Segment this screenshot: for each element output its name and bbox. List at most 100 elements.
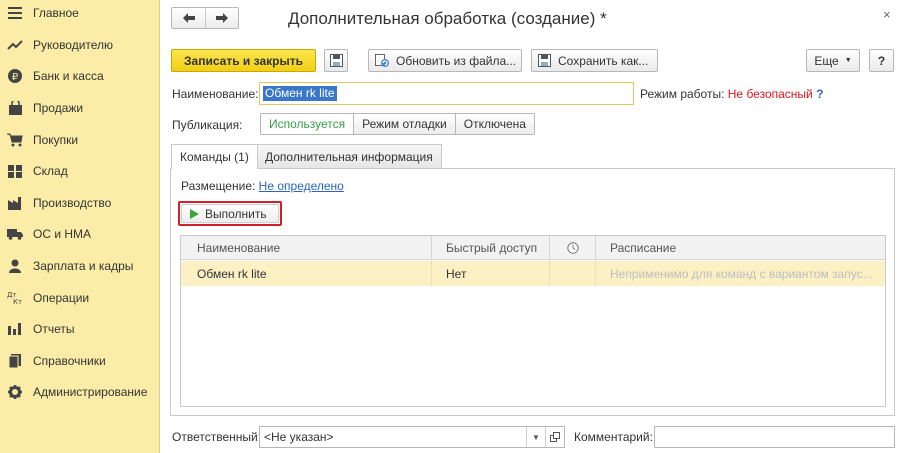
run-button[interactable]: Выполнить bbox=[181, 204, 279, 223]
tab-commands[interactable]: Команды (1) bbox=[171, 144, 258, 169]
sidebar-item-label: Производство bbox=[33, 196, 112, 210]
sidebar-item-label: Покупки bbox=[33, 133, 79, 147]
cell-clock bbox=[550, 261, 596, 286]
sidebar-item-label: Главное bbox=[33, 6, 79, 20]
shopping-cart-icon bbox=[7, 132, 23, 148]
save-and-close-button[interactable]: Записать и закрыть bbox=[171, 49, 316, 72]
trend-line-icon bbox=[7, 37, 23, 53]
sidebar-item-salary[interactable]: Зарплата и кадры bbox=[0, 251, 159, 281]
work-mode-label: Режим работы: bbox=[640, 87, 725, 101]
play-icon bbox=[190, 208, 199, 219]
sidebar-item-fixed-assets[interactable]: ОС и НМА bbox=[0, 219, 159, 249]
sidebar-item-purchases[interactable]: Покупки bbox=[0, 125, 159, 155]
column-schedule-header[interactable]: Расписание bbox=[596, 236, 885, 260]
more-button[interactable]: Еще ▼ bbox=[806, 49, 860, 72]
tab-additional-info[interactable]: Дополнительная информация bbox=[256, 144, 442, 168]
close-icon[interactable]: × bbox=[883, 7, 891, 22]
placement-link[interactable]: Не определено bbox=[259, 179, 344, 193]
sections-sidebar: Главное Руководителю ₽ Банк и касса Прод… bbox=[0, 0, 160, 453]
publication-label: Публикация: bbox=[172, 118, 243, 132]
publication-option-debug[interactable]: Режим отладки bbox=[353, 114, 455, 134]
book-icon bbox=[7, 353, 23, 369]
truck-icon bbox=[7, 226, 23, 242]
work-mode-help-link[interactable]: ? bbox=[816, 87, 823, 101]
save-and-close-label: Записать и закрыть bbox=[184, 53, 303, 68]
dropdown-arrow-icon: ▼ bbox=[844, 57, 852, 64]
clock-icon bbox=[566, 242, 579, 254]
bar-chart-icon bbox=[7, 321, 23, 337]
cell-name: Обмен rk lite bbox=[181, 261, 432, 286]
comment-input[interactable] bbox=[654, 426, 895, 448]
placement-label: Размещение: bbox=[181, 179, 256, 193]
arrow-right-icon bbox=[216, 13, 228, 23]
page-title: Дополнительная обработка (создание) * bbox=[288, 9, 607, 28]
sidebar-item-label: ОС и НМА bbox=[33, 227, 92, 241]
sidebar-item-label: Справочники bbox=[33, 354, 106, 368]
publication-option-used[interactable]: Используется bbox=[261, 114, 354, 134]
sidebar-item-main[interactable]: Главное bbox=[0, 0, 159, 28]
sidebar-item-manager[interactable]: Руководителю bbox=[0, 30, 159, 60]
placement-row: Размещение: Не определено bbox=[181, 179, 344, 193]
arrow-left-icon bbox=[182, 13, 195, 23]
table-header: Наименование Быстрый доступ Расписание bbox=[181, 236, 885, 260]
save-as-button[interactable]: Сохранить как... bbox=[531, 49, 658, 72]
sidebar-item-operations[interactable]: Дт Кт Операции bbox=[0, 283, 159, 313]
open-link-icon bbox=[550, 432, 560, 442]
back-button[interactable] bbox=[172, 8, 205, 28]
shopping-bag-icon bbox=[7, 100, 23, 116]
sidebar-item-catalogs[interactable]: Справочники bbox=[0, 346, 159, 376]
cell-quick-access: Нет bbox=[432, 261, 550, 286]
work-mode-value: Не безопасный bbox=[727, 87, 813, 101]
sidebar-item-label: Отчеты bbox=[33, 322, 75, 336]
help-button[interactable]: ? bbox=[869, 49, 894, 72]
name-label: Наименование: bbox=[172, 87, 259, 101]
name-input[interactable]: Обмен rk lite bbox=[259, 82, 634, 105]
publication-switch: Используется Режим отладки Отключена bbox=[260, 113, 535, 135]
save-as-label: Сохранить как... bbox=[558, 53, 649, 68]
sidebar-item-reports[interactable]: Отчеты bbox=[0, 314, 159, 344]
table-row[interactable]: Обмен rk lite Нет Неприменимо для команд… bbox=[181, 261, 885, 286]
run-label: Выполнить bbox=[205, 206, 267, 221]
publication-option-disabled[interactable]: Отключена bbox=[454, 114, 534, 134]
sidebar-item-production[interactable]: Производство bbox=[0, 188, 159, 218]
sidebar-item-sales[interactable]: Продажи bbox=[0, 93, 159, 123]
update-from-file-button[interactable]: Обновить из файла... bbox=[368, 49, 522, 72]
update-from-file-label: Обновить из файла... bbox=[396, 53, 517, 68]
dt-kt-icon: Дт Кт bbox=[7, 290, 23, 306]
person-icon bbox=[7, 258, 23, 274]
sidebar-item-label: Зарплата и кадры bbox=[33, 259, 134, 273]
sidebar-item-warehouse[interactable]: Склад bbox=[0, 156, 159, 186]
commands-table: Наименование Быстрый доступ Расписание О… bbox=[180, 235, 886, 407]
column-quick-access-header[interactable]: Быстрый доступ bbox=[432, 236, 550, 260]
name-value: Обмен rk lite bbox=[263, 86, 337, 101]
work-mode-row: Режим работы: Не безопасный ? bbox=[640, 87, 823, 101]
menu-lines-icon bbox=[7, 5, 23, 21]
sidebar-item-label: Администрирование bbox=[33, 385, 148, 399]
column-name-header[interactable]: Наименование bbox=[181, 236, 432, 260]
sidebar-item-label: Операции bbox=[33, 291, 90, 305]
responsible-dropdown-button[interactable]: ▼ bbox=[526, 427, 545, 447]
cell-schedule: Неприменимо для команд с вариантом запус… bbox=[610, 266, 873, 281]
gear-icon bbox=[7, 384, 23, 400]
svg-text:₽: ₽ bbox=[12, 72, 19, 83]
dropdown-arrow-icon: ▼ bbox=[532, 432, 540, 442]
save-button[interactable] bbox=[324, 49, 348, 72]
column-clock-header[interactable] bbox=[550, 236, 596, 260]
forward-button[interactable] bbox=[205, 8, 238, 28]
factory-icon bbox=[7, 195, 23, 211]
sidebar-item-label: Банк и касса bbox=[33, 69, 104, 83]
responsible-open-button[interactable] bbox=[545, 427, 564, 447]
sidebar-item-bank[interactable]: ₽ Банк и касса bbox=[0, 61, 159, 91]
sidebar-item-administration[interactable]: Администрирование bbox=[0, 377, 159, 407]
sidebar-item-label: Склад bbox=[33, 164, 68, 178]
responsible-field[interactable]: <Не указан> ▼ bbox=[259, 426, 565, 448]
responsible-value: <Не указан> bbox=[264, 430, 334, 444]
file-refresh-icon bbox=[375, 53, 390, 68]
comment-label: Комментарий: bbox=[574, 430, 653, 444]
floppy-disk-icon bbox=[329, 54, 343, 67]
sidebar-item-label: Руководителю bbox=[33, 38, 114, 52]
ruble-coin-icon: ₽ bbox=[7, 68, 23, 84]
help-label: ? bbox=[877, 53, 886, 68]
svg-text:Кт: Кт bbox=[13, 298, 22, 305]
save-as-icon bbox=[538, 54, 552, 67]
